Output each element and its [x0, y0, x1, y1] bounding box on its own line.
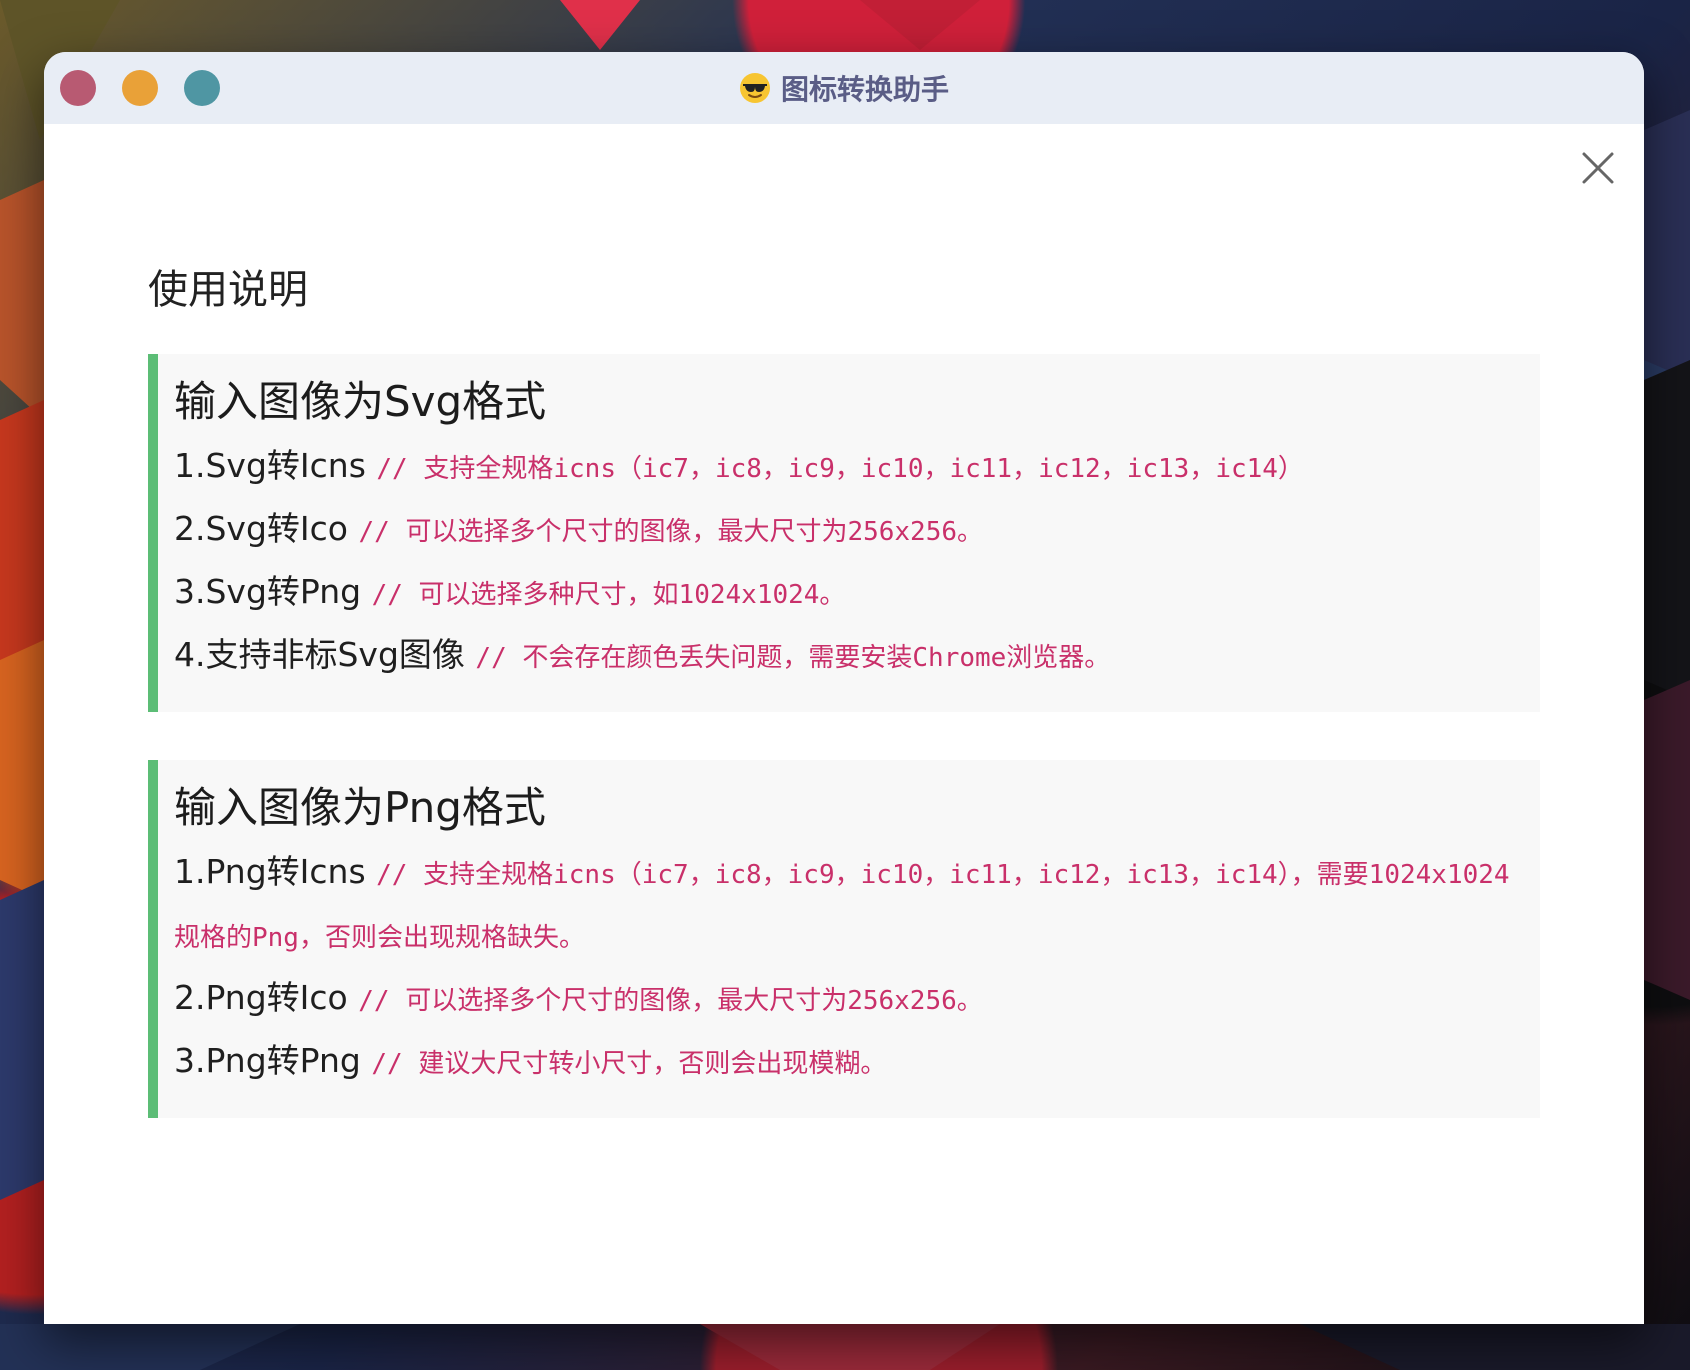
section-title: 输入图像为Svg格式 — [174, 377, 547, 426]
list-item: 2.Png转Ico // 可以选择多个尺寸的图像，最大尺寸为256x256。 — [174, 968, 1520, 1031]
item-label: 1.Svg转Icns — [174, 446, 366, 485]
app-window: 图标转换助手 使用说明 输入图像为Svg格式 1.Svg转Icns // 支持全… — [44, 52, 1644, 1324]
list-item: 1.Svg转Icns // 支持全规格icns（ic7，ic8，ic9，ic10… — [174, 436, 1520, 499]
item-comment: // 不会存在颜色丢失问题，需要安装Chrome浏览器。 — [475, 643, 1111, 673]
list-item: 3.Png转Png // 建议大尺寸转小尺寸，否则会出现模糊。 — [174, 1031, 1520, 1094]
item-label: 4.支持非标Svg图像 — [174, 635, 465, 674]
window-zoom-button[interactable] — [184, 70, 220, 106]
list-item: 3.Svg转Png // 可以选择多种尺寸，如1024x1024。 — [174, 562, 1520, 625]
list-item: 2.Svg转Ico // 可以选择多个尺寸的图像，最大尺寸为256x256。 — [174, 499, 1520, 562]
item-comment: // 支持全规格icns（ic7，ic8，ic9，ic10，ic11，ic12，… — [376, 454, 1304, 484]
item-label: 1.Png转Icns — [174, 852, 366, 891]
desktop-wallpaper: 图标转换助手 使用说明 输入图像为Svg格式 1.Svg转Icns // 支持全… — [0, 0, 1690, 1370]
list-item: 4.支持非标Svg图像 // 不会存在颜色丢失问题，需要安装Chrome浏览器。 — [174, 625, 1520, 688]
item-comment: // 建议大尺寸转小尺寸，否则会出现模糊。 — [371, 1049, 887, 1079]
item-label: 3.Png转Png — [174, 1041, 361, 1080]
item-comment: // 可以选择多个尺寸的图像，最大尺寸为256x256。 — [358, 986, 983, 1016]
item-label: 2.Svg转Ico — [174, 509, 348, 548]
item-comment: // 可以选择多种尺寸，如1024x1024。 — [371, 580, 846, 610]
item-label: 3.Svg转Png — [174, 572, 362, 611]
window-title: 图标转换助手 — [739, 68, 949, 108]
window-close-button[interactable] — [60, 70, 96, 106]
close-x-icon[interactable] — [1580, 150, 1616, 186]
section-title: 输入图像为Png格式 — [174, 783, 546, 832]
title-bar[interactable]: 图标转换助手 — [44, 52, 1644, 124]
item-label: 2.Png转Ico — [174, 978, 348, 1017]
window-title-text: 图标转换助手 — [780, 73, 949, 106]
sunglasses-emoji-icon — [739, 73, 770, 103]
item-comment: // 支持全规格icns（ic7，ic8，ic9，ic10，ic11，ic12，… — [174, 860, 1510, 953]
page-title: 使用说明 — [148, 267, 308, 313]
item-comment: // 可以选择多个尺寸的图像，最大尺寸为256x256。 — [358, 517, 984, 547]
instructions-panel: 使用说明 输入图像为Svg格式 1.Svg转Icns // 支持全规格icns（… — [148, 262, 1540, 1166]
section-svg-card: 输入图像为Svg格式 1.Svg转Icns // 支持全规格icns（ic7，i… — [148, 354, 1540, 712]
window-controls — [60, 70, 220, 106]
window-minimize-button[interactable] — [122, 70, 158, 106]
list-item: 1.Png转Icns // 支持全规格icns（ic7，ic8，ic9，ic10… — [174, 842, 1520, 968]
section-png-card: 输入图像为Png格式 1.Png转Icns // 支持全规格icns（ic7，i… — [148, 760, 1540, 1118]
